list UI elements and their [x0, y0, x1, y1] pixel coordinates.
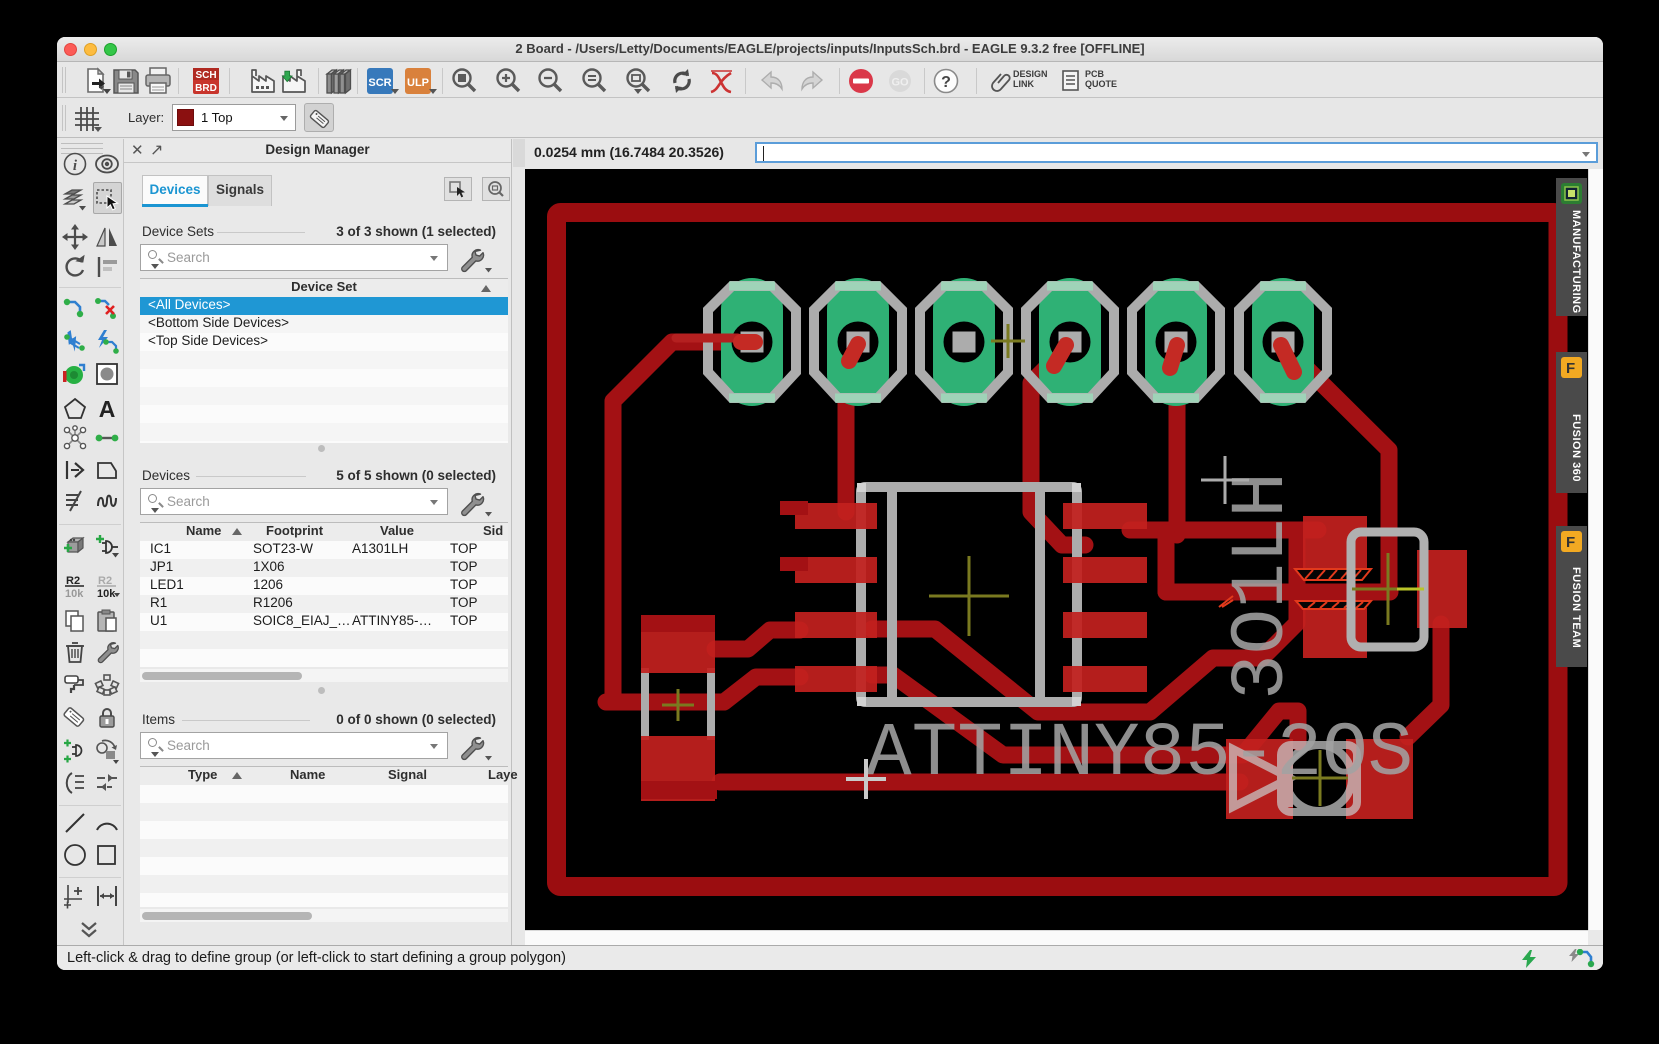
svg-text:F: F	[1566, 534, 1575, 551]
svg-text:GO: GO	[891, 77, 909, 89]
svg-text:SCH: SCH	[195, 70, 216, 81]
svg-text:3O1LH: 3O1LH	[1219, 472, 1305, 700]
svg-text:ULP: ULP	[407, 77, 429, 89]
svg-text:10k: 10k	[97, 588, 116, 599]
svg-text:10k: 10k	[65, 588, 84, 599]
svg-text:F: F	[1566, 360, 1575, 377]
svg-text:BRD: BRD	[195, 83, 217, 94]
svg-text:A: A	[99, 396, 116, 422]
svg-text:i: i	[73, 158, 78, 174]
svg-text:ATTINY85-2OS: ATTINY85-2OS	[866, 711, 1413, 797]
svg-text:SCR: SCR	[368, 77, 391, 89]
svg-text:?: ?	[941, 74, 951, 91]
